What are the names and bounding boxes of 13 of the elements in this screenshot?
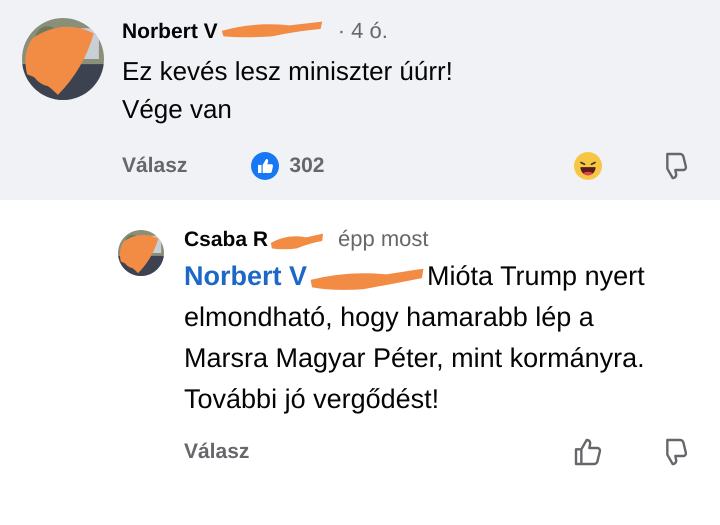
mention-link[interactable]: Norbert V <box>184 261 308 291</box>
reply-link[interactable]: Válasz <box>184 440 250 464</box>
laughing-emoji-icon[interactable] <box>574 152 602 180</box>
comment-text: Norbert V Mióta Trump nyert elmondható, hogy hamarabb lép a Marsra Magyar Péter, mint kormányra. További jó vergődést! <box>184 260 646 416</box>
comment-time: épp most <box>338 226 429 252</box>
comment-time: · 4 ó. <box>338 18 388 44</box>
author-name[interactable]: Csaba R <box>184 228 268 251</box>
author-name[interactable]: Norbert V <box>122 20 218 43</box>
like-icon <box>251 152 280 180</box>
comment-text: Ez kevés lesz miniszter úúrr! Vége van <box>122 55 454 126</box>
thumbs-up-icon[interactable] <box>572 436 604 468</box>
reaction-count[interactable]: 302 <box>289 154 324 178</box>
reply-link[interactable]: Válasz <box>122 154 188 178</box>
